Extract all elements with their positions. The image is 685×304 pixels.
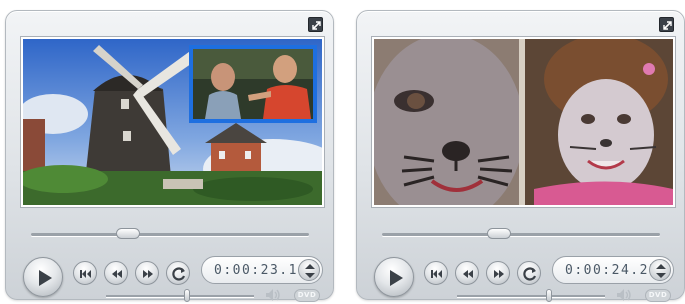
scrub-bar[interactable] xyxy=(31,233,309,236)
fullscreen-icon xyxy=(663,21,672,30)
video-preview[interactable] xyxy=(372,37,675,207)
play-icon xyxy=(390,270,403,286)
go-to-start-button[interactable] xyxy=(424,261,448,285)
video-player-2: 0:00:24.25 DVD xyxy=(356,10,685,303)
scrub-handle[interactable] xyxy=(486,228,511,239)
fast-forward-button[interactable] xyxy=(135,261,159,285)
volume-slider[interactable] xyxy=(106,295,254,297)
fast-forward-icon xyxy=(494,270,504,278)
loop-icon xyxy=(172,267,186,281)
timecode-field[interactable]: 0:00:23.10 xyxy=(201,256,323,284)
timecode-stepper[interactable] xyxy=(298,259,320,281)
scrub-bar[interactable] xyxy=(382,233,660,236)
loop-button[interactable] xyxy=(166,261,190,285)
fullscreen-icon xyxy=(312,21,321,30)
rewind-icon xyxy=(112,270,122,278)
video-player-1: 0:00:23.10 DVD xyxy=(5,10,334,303)
volume-handle[interactable] xyxy=(545,289,552,302)
play-button[interactable] xyxy=(374,257,414,297)
rewind-button[interactable] xyxy=(104,261,128,285)
fast-forward-icon xyxy=(143,270,153,278)
timecode-value[interactable]: 0:00:23.10 xyxy=(214,263,307,278)
loop-button[interactable] xyxy=(517,261,541,285)
volume-handle[interactable] xyxy=(184,289,191,302)
dvd-button[interactable]: DVD xyxy=(294,289,320,302)
rewind-button[interactable] xyxy=(455,261,479,285)
timecode-field[interactable]: 0:00:24.25 xyxy=(552,256,674,284)
fullscreen-button[interactable] xyxy=(308,17,323,32)
skip-to-start-icon xyxy=(80,270,91,278)
go-to-start-button[interactable] xyxy=(73,261,97,285)
video-frame-face-paint xyxy=(374,39,673,205)
play-button[interactable] xyxy=(23,257,63,297)
timecode-value[interactable]: 0:00:24.25 xyxy=(565,263,658,278)
up-down-arrows-icon xyxy=(305,264,315,278)
timecode-stepper[interactable] xyxy=(649,259,671,281)
speaker-icon[interactable] xyxy=(615,287,633,303)
speaker-icon[interactable] xyxy=(264,287,282,303)
video-preview[interactable] xyxy=(21,37,324,207)
rewind-icon xyxy=(463,270,473,278)
play-icon xyxy=(39,270,52,286)
skip-to-start-icon xyxy=(431,270,442,278)
fullscreen-button[interactable] xyxy=(659,17,674,32)
fast-forward-button[interactable] xyxy=(486,261,510,285)
video-frame-windmill xyxy=(23,39,322,205)
scrub-handle[interactable] xyxy=(116,228,141,239)
loop-icon xyxy=(523,267,537,281)
dvd-button[interactable]: DVD xyxy=(645,289,671,302)
volume-slider[interactable] xyxy=(457,295,605,297)
up-down-arrows-icon xyxy=(656,264,666,278)
